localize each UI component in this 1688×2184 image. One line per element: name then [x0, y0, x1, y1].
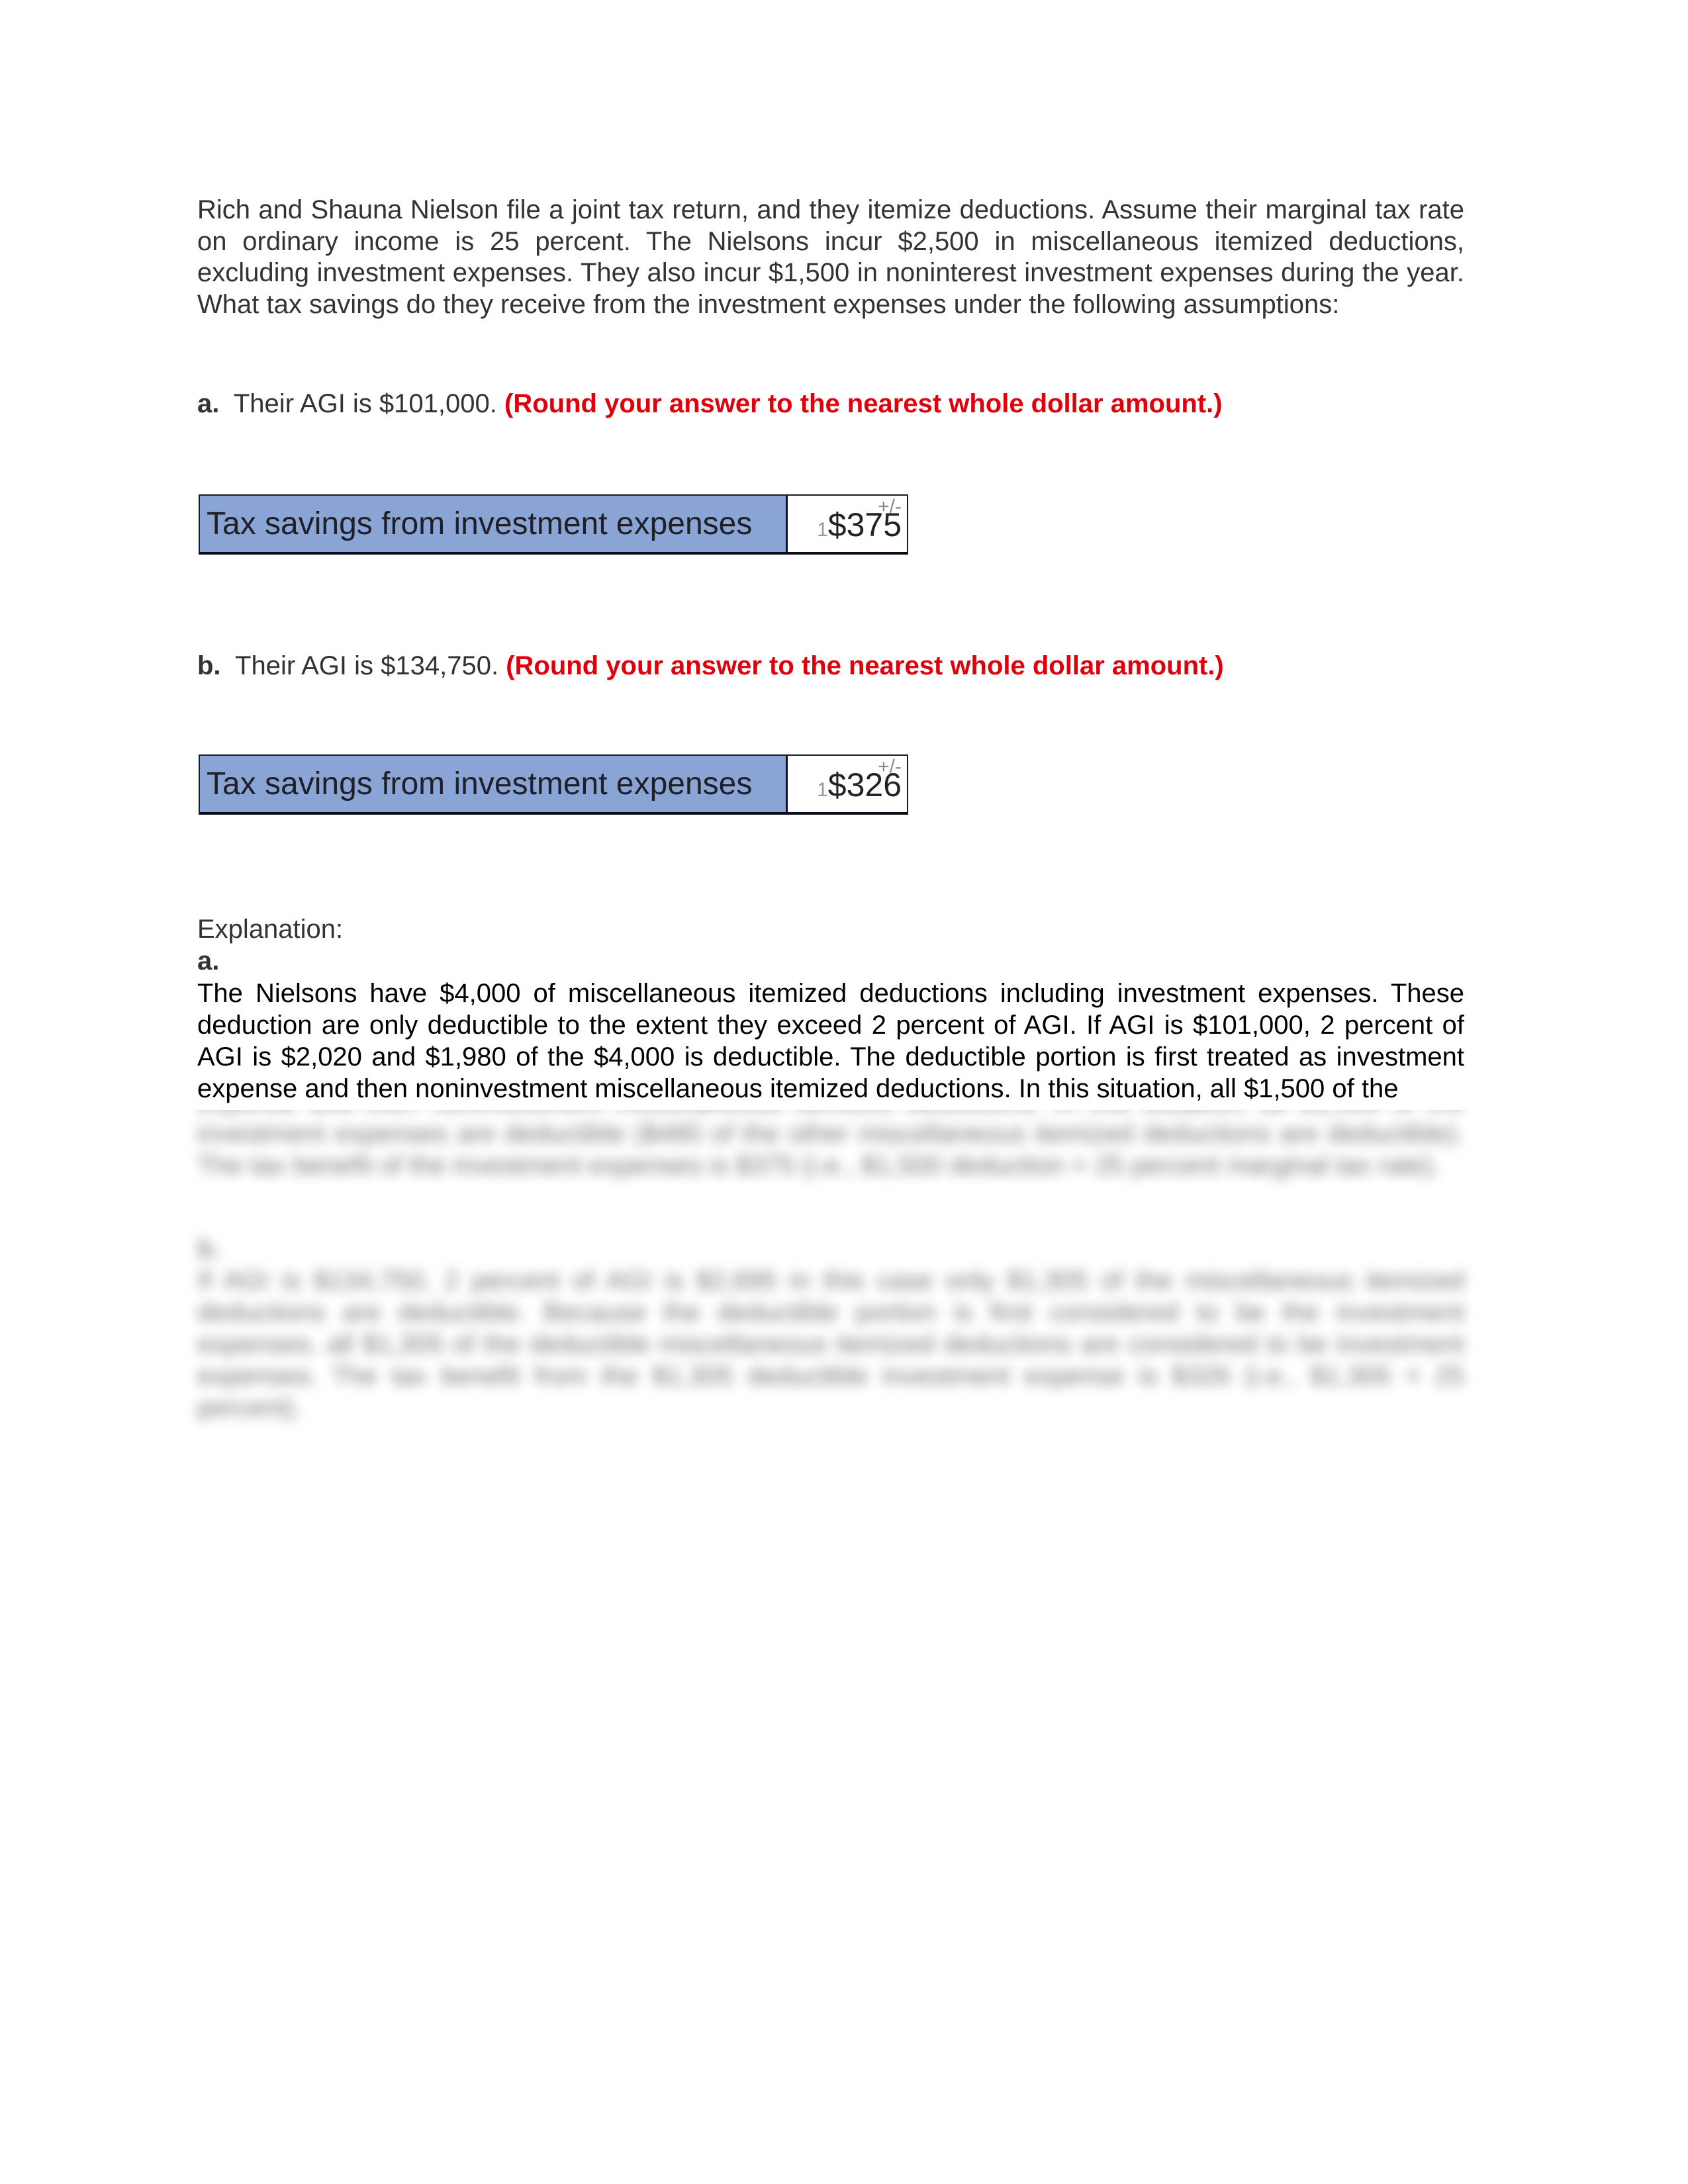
question-a: a. Their AGI is $101,000. (Round your an… [197, 388, 1223, 420]
answer-row-b: Tax savings from investment expenses +/-… [199, 754, 908, 815]
explanation-a-label: a. [197, 946, 220, 976]
question-b-text: Their AGI is $134,750. [235, 651, 499, 680]
answer-field-b[interactable]: +/- 1$326 [788, 756, 907, 812]
reference-number-a: 1 [817, 519, 828, 541]
answer-label-b: Tax savings from investment expenses [200, 756, 788, 812]
question-a-text: Their AGI is $101,000. [233, 389, 497, 418]
blurred-explanation: expense and then noninvestment miscellan… [184, 1110, 1481, 1454]
explanation-b-label: b. [197, 1234, 221, 1263]
question-b-letter: b. [197, 651, 221, 680]
explanation-heading: Explanation: [197, 915, 344, 944]
explanation-b-blurred-text: If AGI is $134,750, 2 percent of AGI is … [197, 1266, 1464, 1422]
question-a-instruction: (Round your answer to the nearest whole … [504, 389, 1223, 418]
answer-field-a[interactable]: +/- 1$375 [788, 496, 907, 552]
answer-label-a: Tax savings from investment expenses [200, 496, 788, 552]
question-b-instruction: (Round your answer to the nearest whole … [506, 651, 1224, 680]
question-b: b. Their AGI is $134,750. (Round your an… [197, 650, 1224, 682]
problem-statement: Rich and Shauna Nielson file a joint tax… [197, 195, 1464, 319]
question-a-letter: a. [197, 389, 220, 418]
answer-value-b: $326 [827, 766, 902, 803]
explanation-a-blurred-text: expense and then noninvestment miscellan… [197, 1110, 1464, 1180]
explanation-a-text: The Nielsons have $4,000 of miscellaneou… [197, 979, 1464, 1103]
answer-row-a: Tax savings from investment expenses +/-… [199, 494, 908, 555]
answer-value-a: $375 [827, 506, 902, 543]
reference-number-b: 1 [817, 779, 828, 801]
